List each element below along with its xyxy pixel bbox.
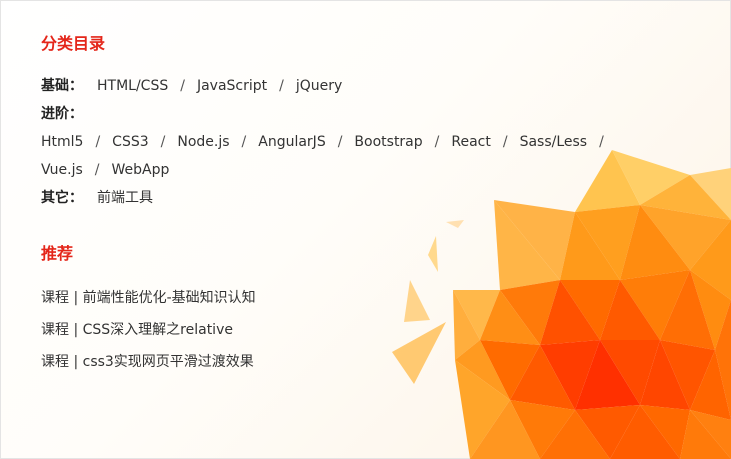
category-link-angularjs[interactable]: AngularJS — [258, 134, 325, 150]
category-link-jquery[interactable]: jQuery — [296, 78, 342, 94]
separator: / — [502, 134, 508, 150]
category-link-frontend-tools[interactable]: 前端工具 — [97, 190, 153, 206]
recommend-item[interactable]: 课程 | 前端性能优化-基础知识认知 — [41, 282, 661, 314]
category-link-vuejs[interactable]: Vue.js — [41, 162, 83, 178]
separator: / — [180, 78, 185, 94]
separator: / — [160, 134, 166, 150]
category-label: 基础： — [41, 78, 83, 94]
category-link-javascript[interactable]: JavaScript — [197, 78, 267, 94]
recommend-list: 课程 | 前端性能优化-基础知识认知 课程 | CSS深入理解之relative… — [41, 282, 661, 378]
category-link-sass-less[interactable]: Sass/Less — [520, 134, 588, 150]
category-link-bootstrap[interactable]: Bootstrap — [354, 134, 422, 150]
separator: / — [337, 134, 343, 150]
separator: / — [279, 78, 284, 94]
separator: / — [95, 134, 101, 150]
separator: / — [599, 134, 604, 150]
categories-title: 分类目录 — [41, 34, 106, 53]
main-content: 分类目录 基础： HTML/CSS / JavaScript / jQuery 进阶： Ht… — [41, 30, 661, 378]
category-link-html5[interactable]: Html5 — [41, 134, 83, 150]
category-link-nodejs[interactable]: Node.js — [177, 134, 229, 150]
recommend-title: 推荐 — [41, 244, 74, 263]
category-row-other: 其它： 前端工具 — [41, 184, 661, 212]
category-link-css3[interactable]: CSS3 — [112, 134, 148, 150]
category-link-html-css[interactable]: HTML/CSS — [97, 78, 168, 94]
category-row-basic: 基础： HTML/CSS / JavaScript / jQuery — [41, 72, 661, 100]
category-link-react[interactable]: React — [451, 134, 490, 150]
category-label: 其它： — [41, 190, 83, 206]
separator: / — [241, 134, 247, 150]
recommend-item[interactable]: 课程 | css3实现网页平滑过渡效果 — [41, 346, 661, 378]
separator: / — [434, 134, 440, 150]
recommend-item[interactable]: 课程 | CSS深入理解之relative — [41, 314, 661, 346]
category-list: 基础： HTML/CSS / JavaScript / jQuery 进阶： Html5 / C… — [41, 72, 661, 212]
category-link-webapp[interactable]: WebApp — [111, 162, 169, 178]
separator: / — [94, 162, 100, 178]
category-row-advanced: 进阶： Html5 / CSS3 / Node.js / AngularJS / Bootstra… — [41, 100, 661, 184]
category-label: 进阶： — [41, 106, 83, 122]
